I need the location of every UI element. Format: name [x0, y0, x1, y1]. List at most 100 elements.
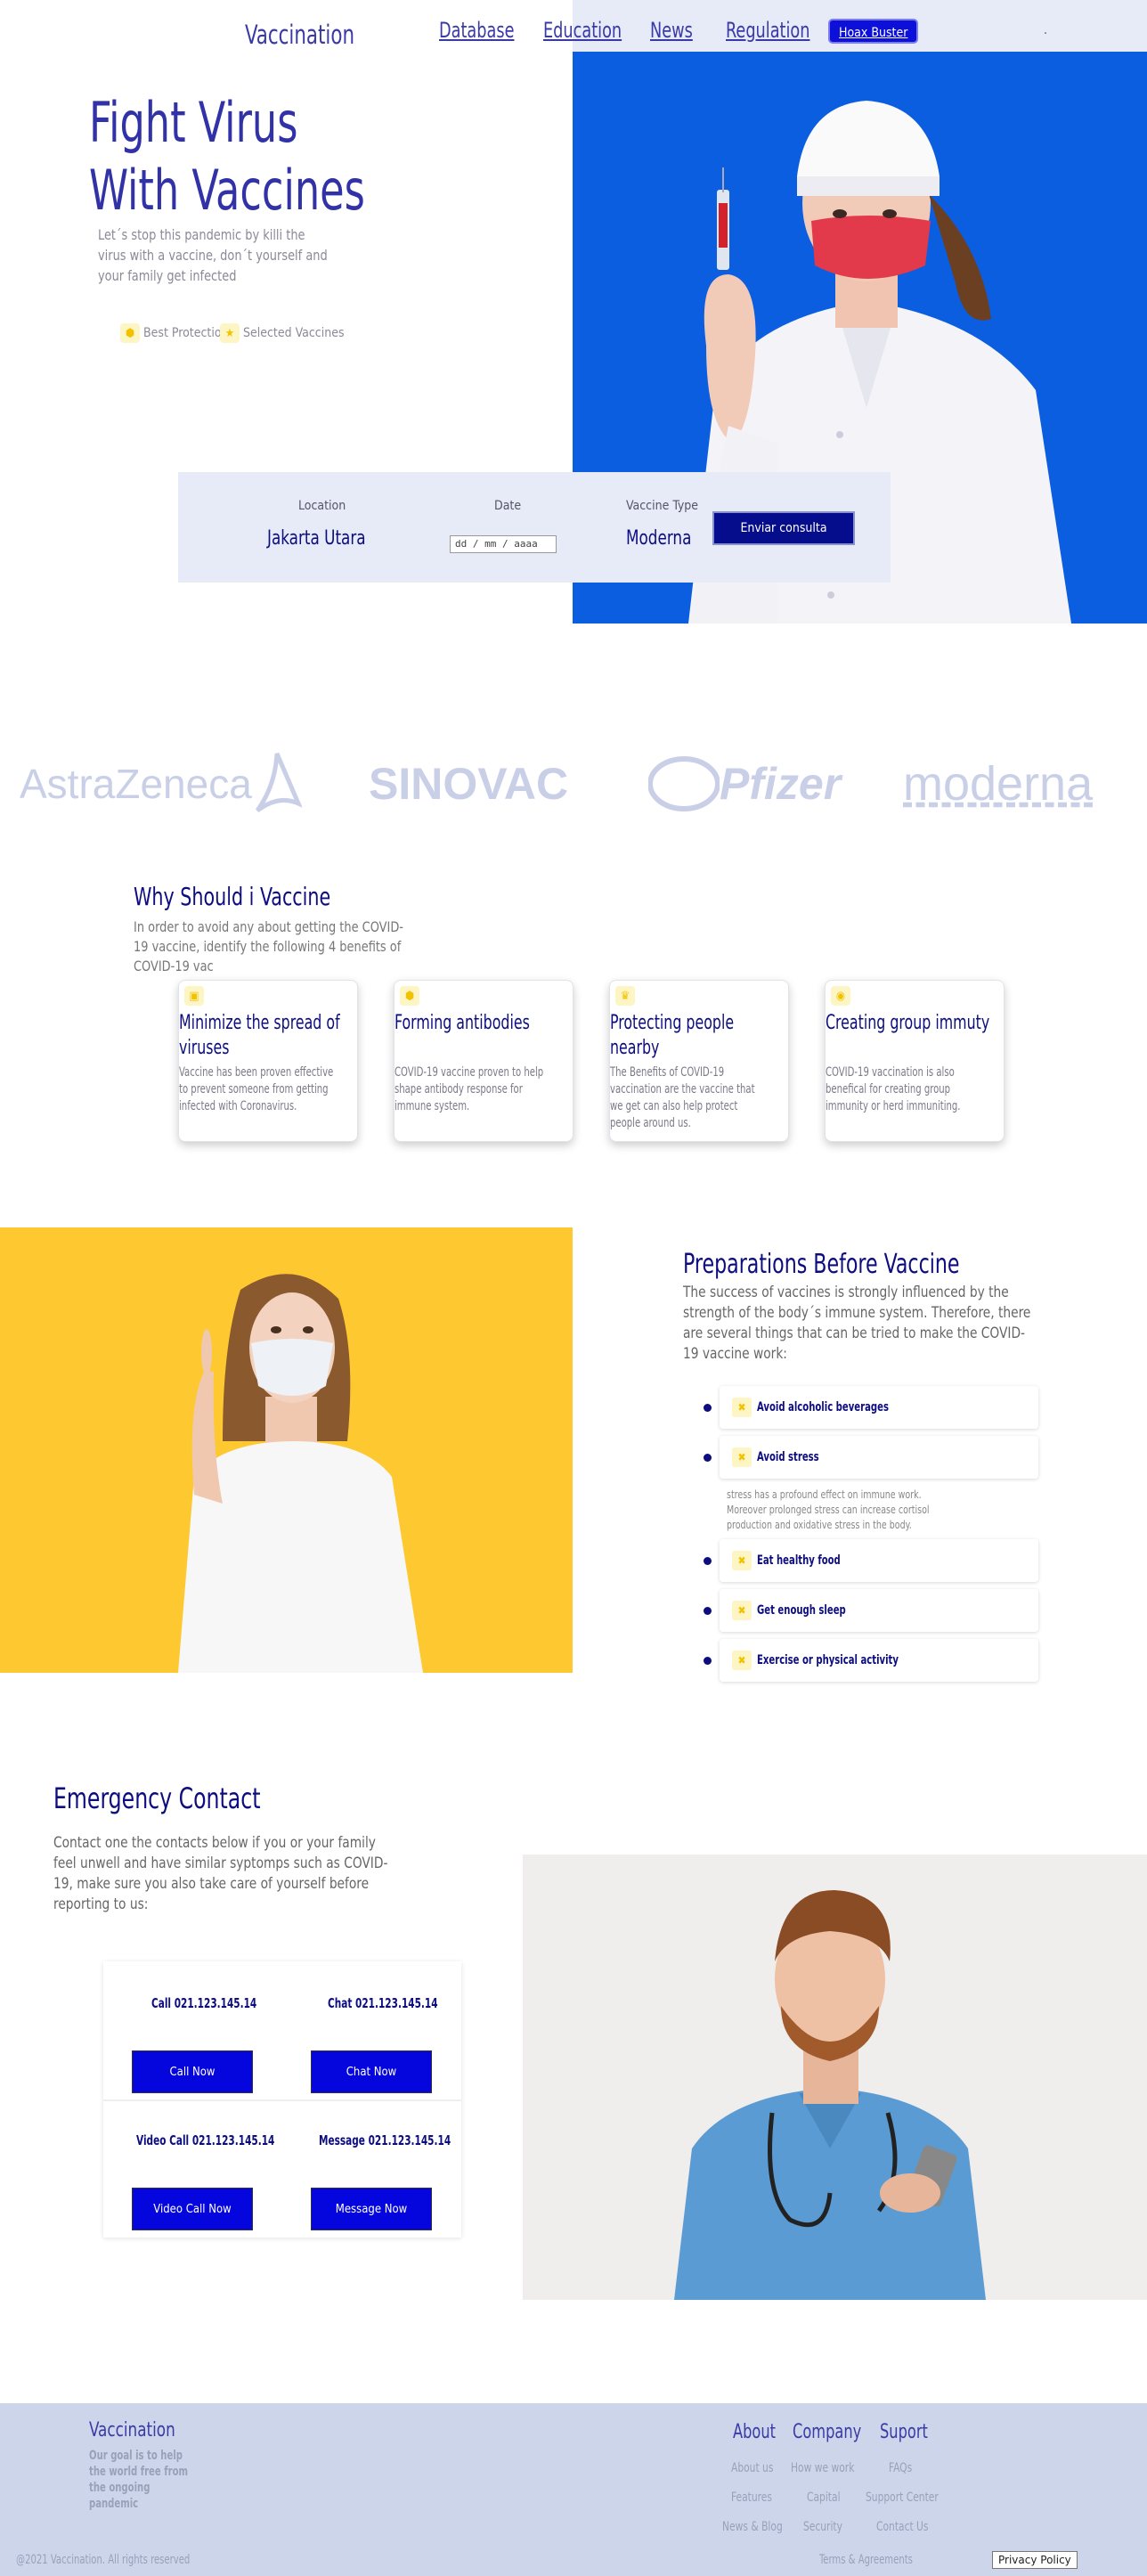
- chat-number: Chat 021.123.145.14: [328, 1995, 438, 2011]
- preparation-label: Get enough sleep: [757, 1603, 846, 1618]
- location-pin-icon: ◉: [831, 986, 850, 1006]
- message-number: Message 021.123.145.14: [319, 2132, 451, 2148]
- woman-mask-image: [0, 1227, 573, 1673]
- benefit-text: The Benefits of COVID-19 vaccination are…: [610, 1065, 755, 1130]
- date-label: Date: [494, 499, 522, 513]
- woman-illustration: [178, 1274, 423, 1673]
- cross-icon: ✖: [732, 1398, 752, 1417]
- footer-support-heading: Suport: [880, 2421, 928, 2443]
- star-icon: ★: [220, 323, 240, 343]
- video-call-now-button[interactable]: Video Call Now: [132, 2188, 253, 2230]
- benefit-card: ▣ Minimize the spread of viruses Vaccine…: [178, 980, 358, 1142]
- date-input[interactable]: dd / mm / aaaa: [450, 535, 557, 553]
- brand-astrazeneca-label: AstraZeneca: [20, 761, 252, 807]
- benefit-text: COVID-19 vaccination is also benefical f…: [826, 1065, 961, 1113]
- badge-label: Best Protection: [143, 326, 229, 340]
- footer-link-news-blog[interactable]: News & Blog: [722, 2520, 783, 2534]
- footer-company-heading: Company: [793, 2421, 862, 2443]
- nav-education[interactable]: Education: [543, 18, 622, 43]
- emergency-title: Emergency Contact: [53, 1781, 261, 1815]
- nav-news[interactable]: News: [650, 18, 693, 43]
- preparations-text: The success of vaccines is strongly infl…: [683, 1284, 1031, 1363]
- footer-link-capital[interactable]: Capital: [807, 2490, 841, 2505]
- preparation-label: Avoid stress: [757, 1450, 819, 1464]
- hero-title-line1: Fight Virus: [89, 90, 298, 155]
- site-logo[interactable]: Vaccination: [245, 20, 354, 50]
- contact-divider: [103, 2099, 461, 2101]
- vaccine-type-label: Vaccine Type: [626, 499, 699, 513]
- footer-link-about-us[interactable]: About us: [731, 2461, 773, 2475]
- brand-pfizer-label: Pfizer: [720, 759, 842, 809]
- nav-database[interactable]: Database: [439, 18, 514, 43]
- footer-link-contact-us[interactable]: Contact Us: [876, 2520, 928, 2534]
- footer-link-support-center[interactable]: Support Center: [866, 2490, 939, 2505]
- hero-title: Fight Virus With Vaccines: [89, 89, 365, 224]
- shield-icon: ⬢: [400, 986, 419, 1006]
- benefit-card: ⬢ Forming antibodies COVID-19 vaccine pr…: [394, 980, 574, 1142]
- why-text: In order to avoid any about getting the …: [134, 918, 403, 974]
- chat-now-button[interactable]: Chat Now: [311, 2050, 432, 2093]
- badge-label: Selected Vaccines: [243, 326, 345, 340]
- terms-link[interactable]: Terms & Agreements: [819, 2553, 913, 2567]
- call-now-button[interactable]: Call Now: [132, 2050, 253, 2093]
- location-select[interactable]: Jakarta Utara: [267, 527, 366, 550]
- why-title: Why Should i Vaccine: [134, 882, 331, 911]
- footer-link-how-we-work[interactable]: How we work: [791, 2461, 854, 2475]
- location-label: Location: [298, 499, 346, 513]
- footer-link-features[interactable]: Features: [731, 2490, 772, 2505]
- hero-text: Let´s stop this pandemic by killi the vi…: [98, 226, 328, 284]
- hoax-buster-button[interactable]: Hoax Buster: [828, 19, 919, 44]
- benefit-text: Vaccine has been proven effective to pre…: [179, 1065, 334, 1113]
- call-number: Call 021.123.145.14: [151, 1995, 257, 2011]
- badge-selected-vaccines: ★ Selected Vaccines: [220, 323, 345, 343]
- shield-icon: ▣: [184, 986, 204, 1006]
- list-bullet: [704, 1557, 712, 1565]
- privacy-policy-button[interactable]: Privacy Policy: [992, 2551, 1078, 2569]
- cross-icon: ✖: [732, 1601, 752, 1620]
- preparation-item[interactable]: ✖ Avoid alcoholic beverages: [720, 1386, 1038, 1429]
- brand-astrazeneca: AstraZeneca: [20, 748, 302, 819]
- copyright: @2021 Vaccination. All rights reserved: [16, 2553, 191, 2567]
- badge-best-protection: ⬢ Best Protection: [120, 323, 229, 343]
- benefit-title: Minimize the spread of viruses: [179, 1012, 340, 1059]
- footer-link-security[interactable]: Security: [803, 2520, 842, 2534]
- preparation-item[interactable]: ✖ Exercise or physical activity: [720, 1639, 1038, 1682]
- list-bullet: [704, 1454, 712, 1462]
- benefit-title: Protecting people nearby: [610, 1012, 735, 1059]
- list-bullet: [704, 1657, 712, 1665]
- footer-tagline: Our goal is to help the world free from …: [89, 2449, 189, 2511]
- astrazeneca-logo-icon: [255, 753, 302, 813]
- crown-icon: ♛: [615, 986, 635, 1006]
- brand-pfizer: Pfizer: [648, 748, 841, 819]
- stress-description: stress has a profound effect on immune w…: [727, 1488, 930, 1531]
- cross-icon: ✖: [732, 1551, 752, 1570]
- preparation-item[interactable]: ✖ Avoid stress: [720, 1436, 1038, 1479]
- preparation-label: Eat healthy food: [757, 1553, 841, 1568]
- video-call-number: Video Call 021.123.145.14: [136, 2132, 275, 2148]
- preparation-item[interactable]: ✖ Get enough sleep: [720, 1589, 1038, 1632]
- submit-query-button[interactable]: Enviar consulta: [712, 511, 855, 545]
- message-now-button[interactable]: Message Now: [311, 2188, 432, 2230]
- benefit-card: ♛ Protecting people nearby The Benefits …: [609, 980, 789, 1142]
- preparation-item[interactable]: ✖ Eat healthy food: [720, 1539, 1038, 1582]
- hero-title-line2: With Vaccines: [89, 158, 365, 223]
- doctor-image: [523, 1855, 1147, 2300]
- footer-logo[interactable]: Vaccination: [89, 2419, 175, 2441]
- list-bullet: [704, 1607, 712, 1615]
- brand-moderna: moderna: [903, 757, 1094, 811]
- doctor-illustration: [674, 1890, 986, 2300]
- preparations-title: Preparations Before Vaccine: [683, 1249, 960, 1280]
- header-dot: .: [1044, 23, 1047, 37]
- benefit-title: Creating group immuty: [826, 1012, 990, 1034]
- list-bullet: [704, 1404, 712, 1412]
- brand-sinovac: SINOVAC: [369, 759, 569, 809]
- vaccine-type-select[interactable]: Moderna: [626, 527, 691, 550]
- cross-icon: ✖: [732, 1651, 752, 1670]
- benefit-title: Forming antibodies: [395, 1012, 530, 1034]
- footer-link-faqs[interactable]: FAQs: [889, 2461, 912, 2475]
- emergency-text: Contact one the contacts below if you or…: [53, 1834, 388, 1913]
- preparation-label: Exercise or physical activity: [757, 1653, 899, 1667]
- benefit-text: COVID-19 vaccine proven to help shape an…: [395, 1065, 544, 1113]
- nav-regulation[interactable]: Regulation: [726, 18, 809, 43]
- cross-icon: ✖: [732, 1447, 752, 1467]
